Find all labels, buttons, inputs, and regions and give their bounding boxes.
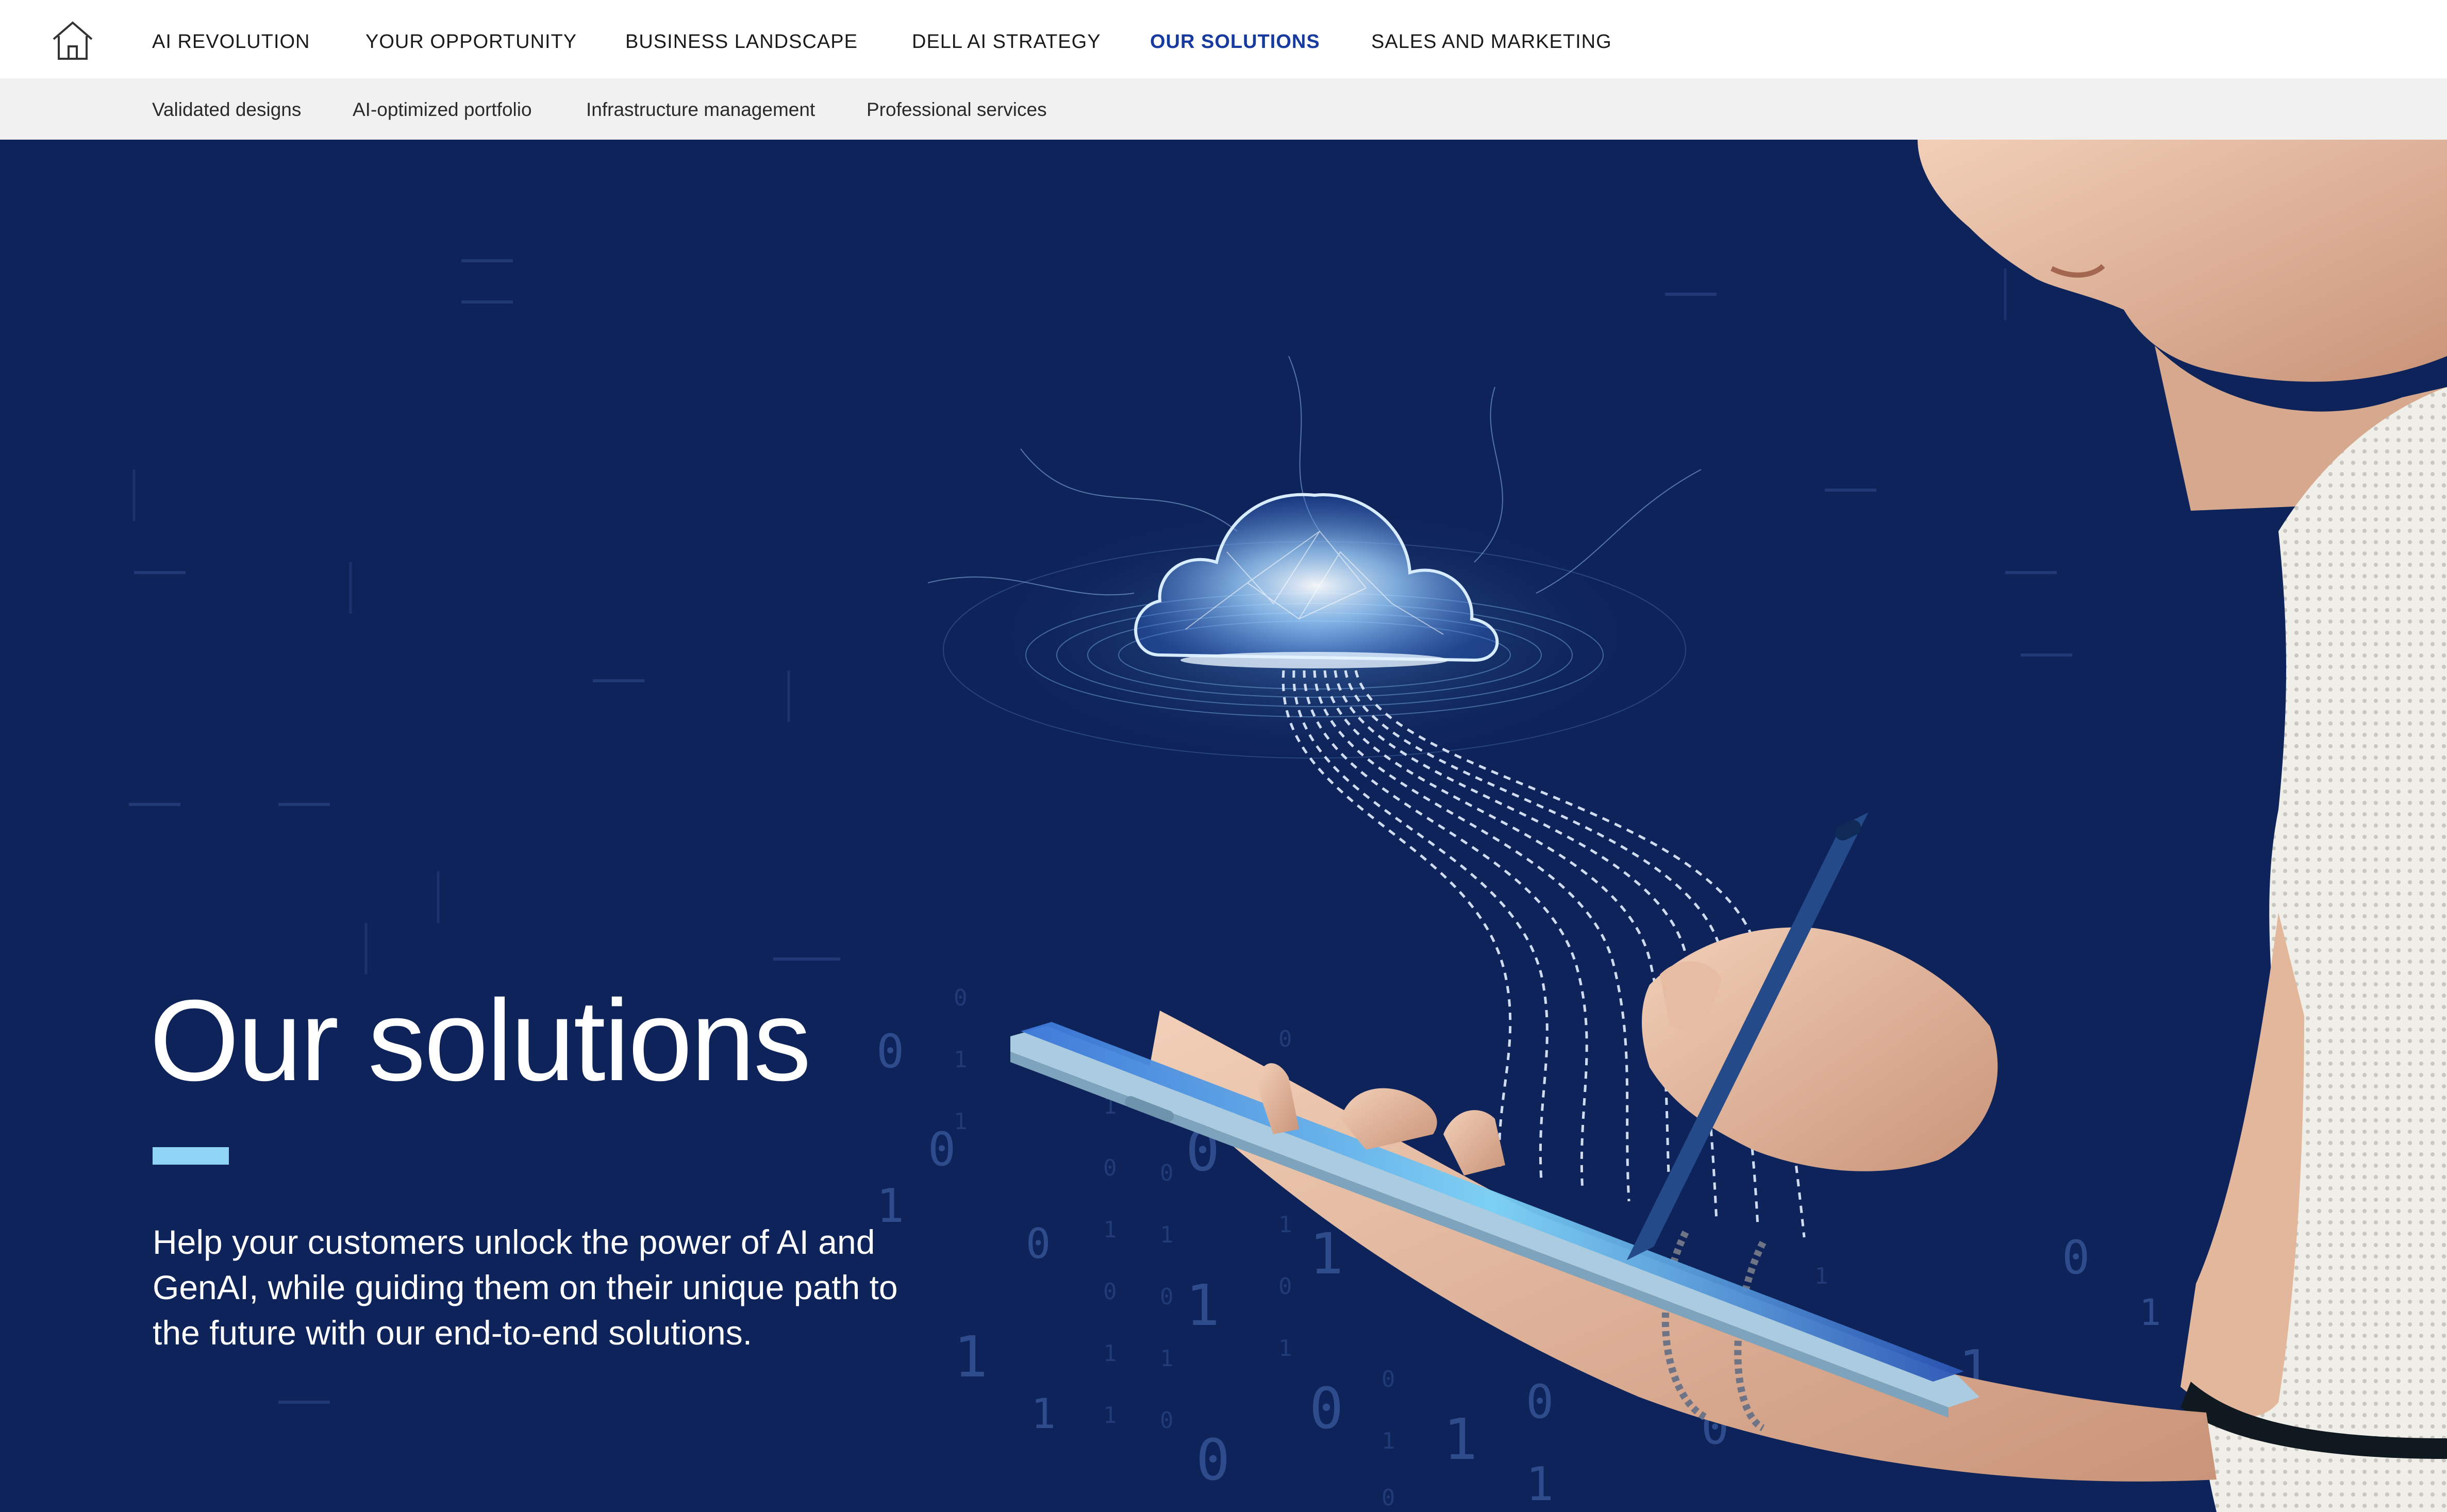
svg-text:0: 0 [1381, 1485, 1395, 1511]
svg-text:0: 0 [876, 1024, 904, 1079]
page-title: Our solutions [149, 976, 811, 1105]
svg-text:0: 0 [1160, 1284, 1174, 1310]
svg-text:1: 1 [1103, 1217, 1117, 1243]
svg-text:0: 0 [2062, 1231, 2090, 1285]
svg-text:0: 0 [954, 985, 968, 1011]
nav-ai-revolution[interactable]: AI REVOLUTION [152, 29, 310, 55]
nav-sales-and-marketing[interactable]: SALES AND MARKETING [1371, 29, 1612, 55]
title-accent-bar [153, 1147, 229, 1165]
svg-text:1: 1 [954, 1108, 968, 1135]
svg-text:0: 0 [1278, 1026, 1292, 1052]
svg-text:1: 1 [1103, 1340, 1117, 1367]
svg-text:0: 0 [1526, 1375, 1554, 1429]
svg-text:0: 0 [1103, 1279, 1117, 1305]
subnav-validated-designs[interactable]: Validated designs [152, 98, 301, 122]
svg-text:1: 1 [1278, 1335, 1292, 1362]
svg-text:0: 0 [1160, 1407, 1174, 1434]
svg-text:1: 1 [954, 1047, 968, 1073]
svg-text:0: 0 [1160, 1160, 1174, 1186]
svg-text:1: 1 [1309, 1221, 1343, 1287]
nav-your-opportunity[interactable]: YOUR OPPORTUNITY [365, 29, 577, 55]
subnav-professional-services[interactable]: Professional services [867, 98, 1047, 122]
svg-text:1: 1 [1031, 1390, 1056, 1438]
nav-dell-ai-strategy[interactable]: DELL AI STRATEGY [912, 29, 1101, 55]
nav-our-solutions[interactable]: OUR SOLUTIONS [1150, 29, 1320, 55]
hero-banner: 0 1 0 1 1 0 1 0 1 0 1 0 1 0 1 0 1 0 1 10… [0, 140, 2447, 1512]
hero-description: Help your customers unlock the power of … [153, 1223, 898, 1352]
home-icon [53, 21, 93, 60]
svg-text:0: 0 [928, 1122, 956, 1177]
svg-text:1: 1 [1160, 1222, 1174, 1248]
svg-text:1: 1 [1443, 1406, 1477, 1472]
svg-text:0: 0 [1309, 1375, 1343, 1441]
svg-text:1: 1 [1160, 1346, 1174, 1372]
nav-business-landscape[interactable]: BUSINESS LANDSCAPE [625, 29, 858, 55]
svg-text:1: 1 [2139, 1291, 2161, 1334]
svg-text:1: 1 [1381, 1428, 1395, 1454]
svg-text:0: 0 [1278, 1273, 1292, 1300]
svg-text:1: 1 [1526, 1457, 1554, 1511]
svg-text:0: 0 [1381, 1366, 1395, 1392]
svg-text:1: 1 [1815, 1263, 1828, 1289]
subnav-infrastructure-management[interactable]: Infrastructure management [586, 98, 815, 122]
svg-text:1: 1 [1278, 1212, 1292, 1238]
svg-text:1: 1 [1186, 1272, 1220, 1338]
subnav-ai-optimized-portfolio[interactable]: AI-optimized portfolio [353, 98, 532, 122]
svg-text:1: 1 [1103, 1402, 1117, 1429]
svg-text:1: 1 [954, 1324, 988, 1390]
sub-navigation: Validated designs AI-optimized portfolio… [0, 78, 2447, 140]
home-button[interactable] [49, 18, 96, 64]
svg-text:0: 0 [1103, 1155, 1117, 1181]
top-navigation: AI REVOLUTION YOUR OPPORTUNITY BUSINESS … [0, 0, 2447, 78]
svg-text:0: 0 [1026, 1220, 1051, 1268]
svg-text:0: 0 [1196, 1427, 1230, 1493]
